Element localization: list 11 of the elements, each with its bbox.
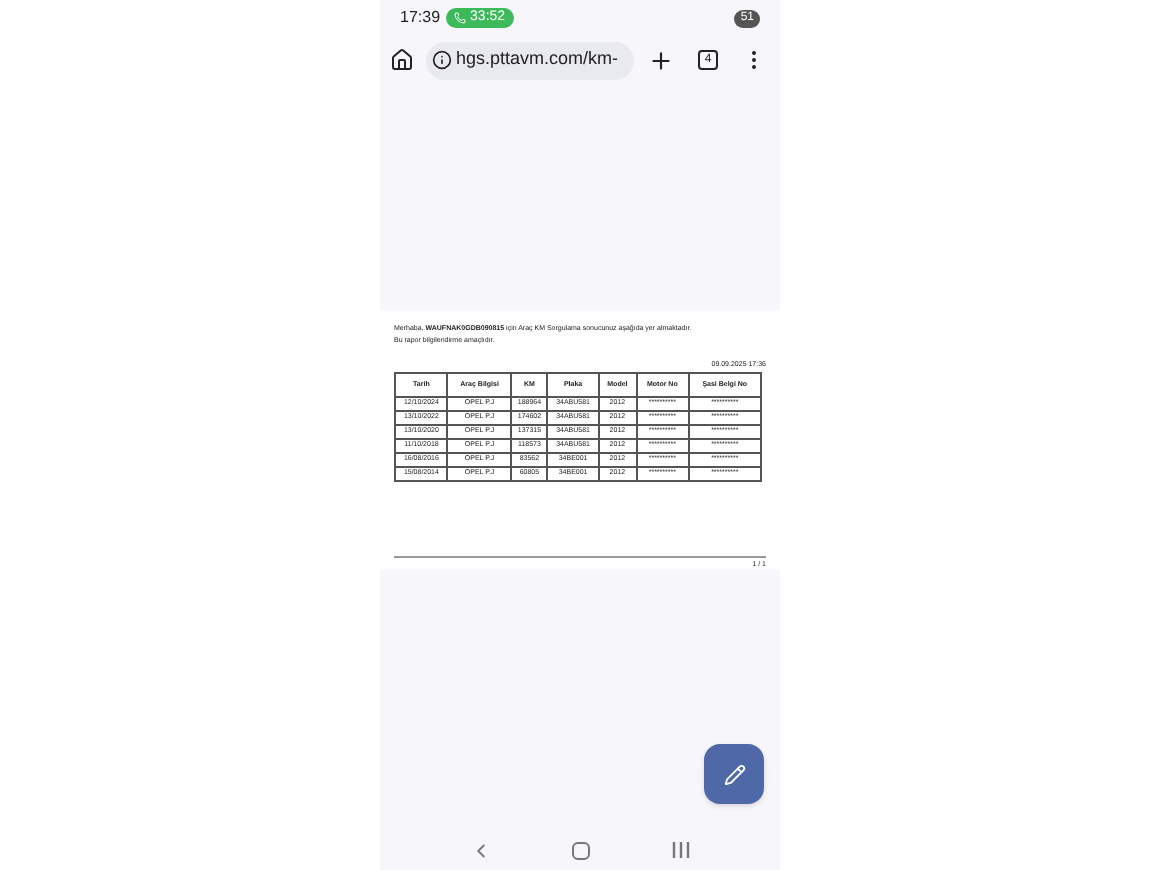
home-nav-icon[interactable] — [572, 841, 591, 859]
status-time: 17:39 — [400, 6, 441, 30]
info-icon[interactable] — [432, 50, 452, 70]
edit-button[interactable] — [704, 744, 764, 804]
pencil-icon — [723, 763, 745, 785]
home-icon[interactable] — [390, 48, 414, 72]
address-bar[interactable]: hgs.pttavm.com/km- — [426, 41, 634, 79]
phone-icon — [454, 12, 467, 24]
new-tab-icon[interactable] — [648, 47, 674, 73]
recent-apps-icon[interactable] — [671, 842, 690, 858]
url-text: hgs.pttavm.com/km- — [456, 46, 619, 73]
